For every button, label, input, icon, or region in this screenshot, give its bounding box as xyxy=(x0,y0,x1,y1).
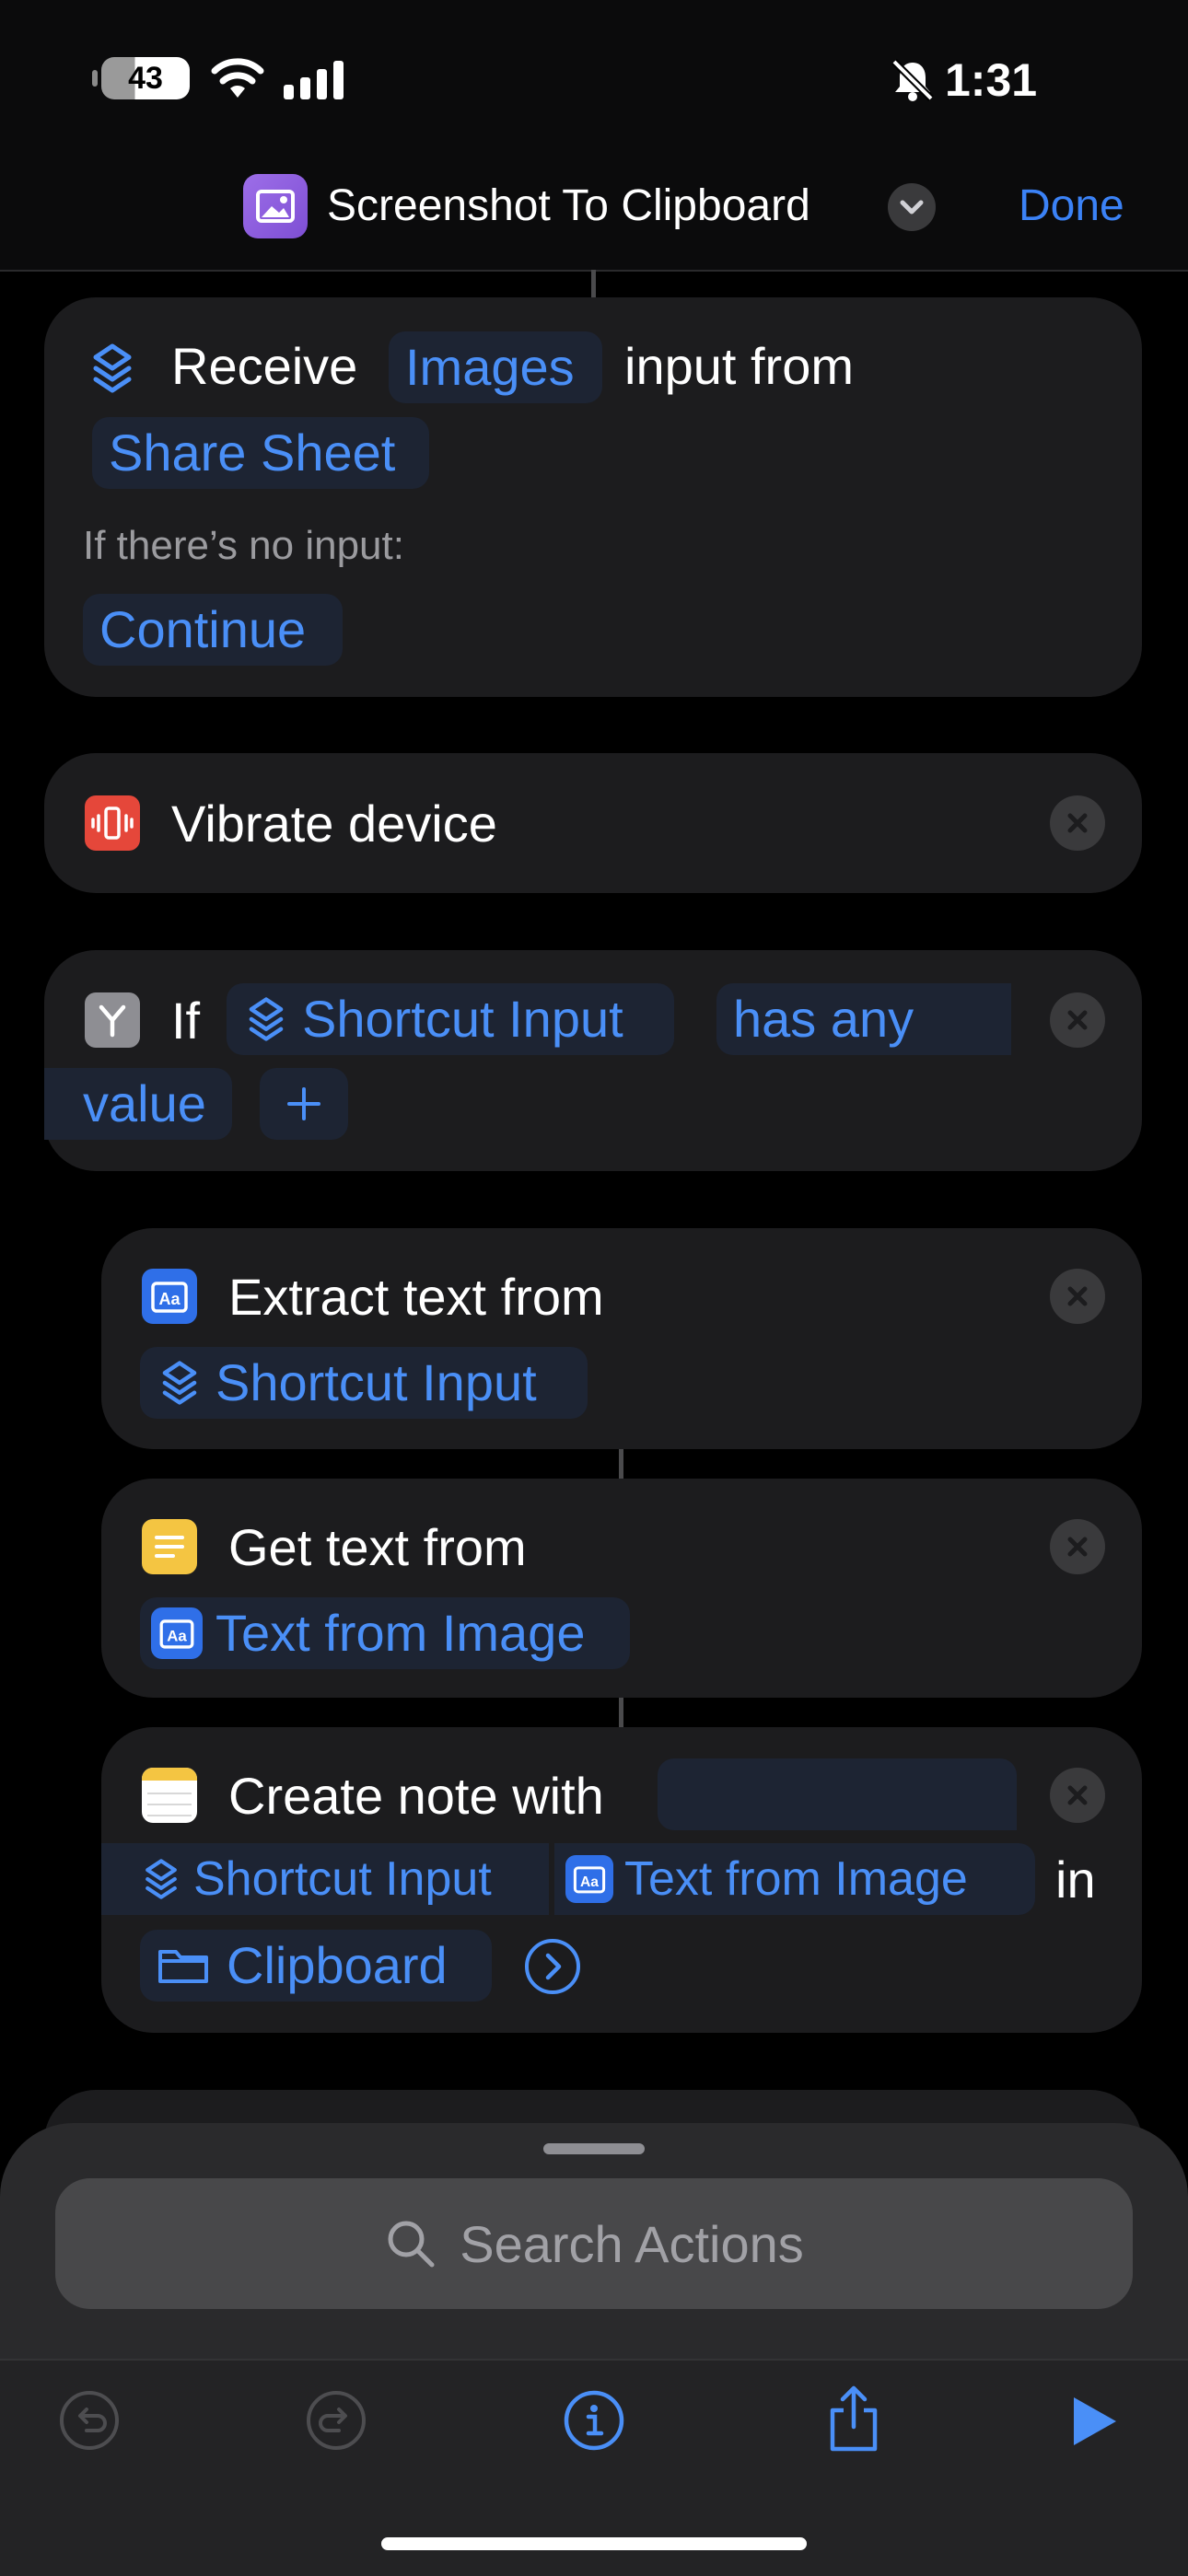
close-icon xyxy=(1067,1537,1088,1557)
title-chevron-button[interactable] xyxy=(888,183,936,231)
live-text-icon: Aa xyxy=(142,1269,197,1324)
wifi-icon xyxy=(211,58,264,98)
search-actions-field[interactable]: Search Actions xyxy=(55,2178,1133,2309)
remove-if-button[interactable] xyxy=(1050,992,1105,1048)
svg-text:Aa: Aa xyxy=(580,1874,599,1890)
redo-icon[interactable] xyxy=(306,2390,367,2451)
get-text-input-text: Text from Image xyxy=(215,1604,586,1662)
shortcuts-stack-icon xyxy=(146,1859,177,1899)
battery-tip xyxy=(92,70,98,87)
close-icon xyxy=(1067,813,1088,833)
show-more-chevron-icon[interactable] xyxy=(523,1937,582,1996)
chevron-down-icon xyxy=(900,200,924,215)
live-text-icon: Aa xyxy=(151,1607,203,1659)
battery-indicator: 43 xyxy=(101,57,190,99)
if-condition-token-cont[interactable]: value xyxy=(44,1068,232,1140)
search-icon xyxy=(388,2221,435,2268)
home-indicator xyxy=(381,2537,807,2550)
flow-connector xyxy=(619,1698,623,1727)
text-icon xyxy=(142,1519,197,1574)
remove-vibrate-button[interactable] xyxy=(1050,795,1105,851)
no-input-label: If there’s no input: xyxy=(83,523,404,568)
get-text-input-token[interactable]: Aa Text from Image xyxy=(140,1597,630,1669)
svg-text:Aa: Aa xyxy=(158,1290,181,1308)
input-from-label: input from xyxy=(624,337,854,395)
share-icon[interactable] xyxy=(823,2383,884,2453)
silent-bell-icon xyxy=(891,59,934,101)
vibrate-icon xyxy=(85,795,140,851)
extract-input-token[interactable]: Shortcut Input xyxy=(140,1347,588,1419)
sheet-grabber[interactable] xyxy=(543,2143,645,2154)
undo-icon[interactable] xyxy=(59,2390,120,2451)
done-button[interactable]: Done xyxy=(1019,180,1124,231)
if-condition-token[interactable]: has any xyxy=(716,983,1011,1055)
add-condition-button[interactable] xyxy=(260,1068,348,1140)
extract-input-text: Shortcut Input xyxy=(215,1353,537,1411)
note-body-field[interactable] xyxy=(658,1758,1017,1830)
close-icon xyxy=(1067,1286,1088,1306)
search-placeholder: Search Actions xyxy=(460,2214,804,2273)
no-input-action-token[interactable]: Continue xyxy=(83,594,343,666)
status-time: 1:31 xyxy=(945,54,1038,106)
get-text-label: Get text from xyxy=(228,1518,527,1576)
plus-icon xyxy=(287,1087,320,1120)
shortcut-app-icon[interactable] xyxy=(243,174,308,238)
remove-create-note-button[interactable] xyxy=(1050,1768,1105,1823)
flow-connector xyxy=(591,270,596,297)
folder-token-text: Clipboard xyxy=(227,1936,448,1994)
svg-text:Aa: Aa xyxy=(167,1627,187,1644)
folder-token[interactable]: Clipboard xyxy=(140,1930,492,2002)
input-type-token[interactable]: Images xyxy=(389,331,602,403)
image-icon xyxy=(256,190,295,223)
if-variable-text: Shortcut Input xyxy=(302,990,623,1048)
play-icon[interactable] xyxy=(1068,2394,1120,2449)
input-source-token[interactable]: Share Sheet xyxy=(92,417,429,489)
close-icon xyxy=(1067,1010,1088,1030)
shortcut-title[interactable]: Screenshot To Clipboard xyxy=(327,180,810,231)
remove-extract-button[interactable] xyxy=(1050,1269,1105,1324)
shortcuts-stack-icon xyxy=(93,343,132,393)
folder-icon xyxy=(158,1950,208,1983)
shortcuts-stack-icon xyxy=(162,1361,197,1405)
note-body-token-1[interactable]: Shortcut Input xyxy=(101,1843,549,1915)
note-body-token-2[interactable]: Aa Text from Image xyxy=(554,1843,1035,1915)
cellular-signal-icon xyxy=(284,61,344,99)
info-icon[interactable] xyxy=(564,2390,624,2451)
live-text-icon: Aa xyxy=(565,1855,613,1903)
in-label: in xyxy=(1055,1851,1096,1909)
remove-get-text-button[interactable] xyxy=(1050,1519,1105,1574)
flow-connector xyxy=(619,1449,623,1479)
notes-icon xyxy=(142,1768,197,1823)
receive-label: Receive xyxy=(171,337,358,395)
if-variable-token[interactable]: Shortcut Input xyxy=(227,983,674,1055)
close-icon xyxy=(1067,1785,1088,1805)
note-body-token-2-text: Text from Image xyxy=(624,1852,968,1906)
shortcuts-stack-icon xyxy=(249,997,284,1041)
if-label: If xyxy=(171,992,201,1050)
vibrate-label: Vibrate device xyxy=(171,795,497,853)
note-body-token-1-text: Shortcut Input xyxy=(193,1852,492,1906)
create-note-label: Create note with xyxy=(228,1767,604,1825)
if-branch-icon xyxy=(85,992,140,1048)
extract-label: Extract text from xyxy=(228,1268,604,1326)
